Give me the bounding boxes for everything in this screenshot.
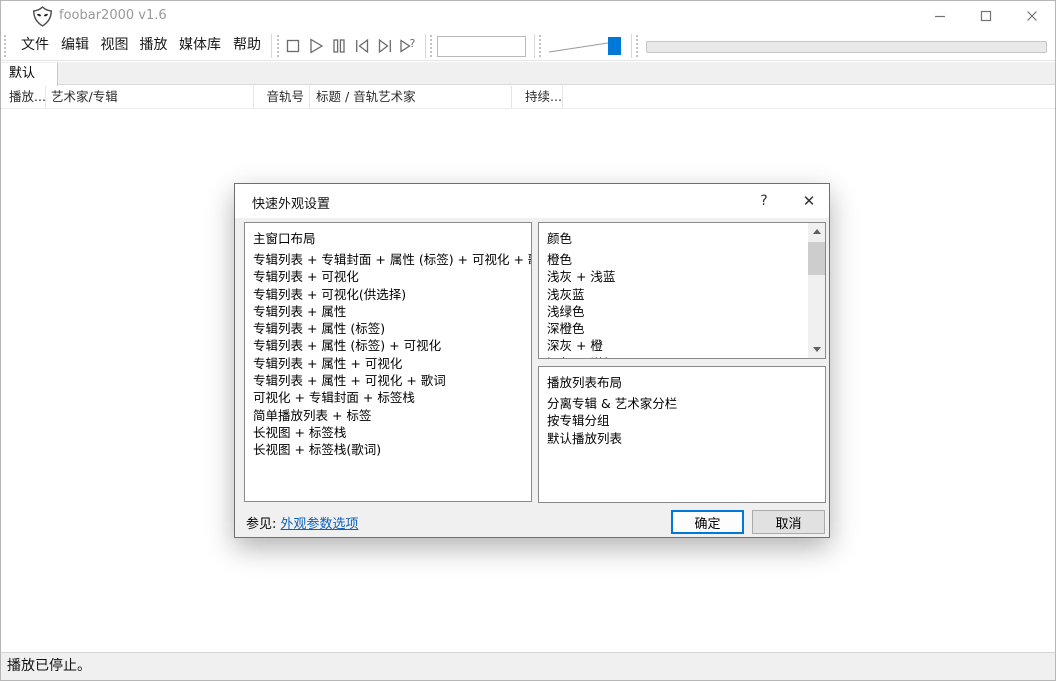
dialog-title-bar[interactable]: 快速外观设置 ? ✕ [235,184,829,218]
scroll-down-icon[interactable] [808,341,825,358]
playlist-layout-header: 播放列表布局 [547,374,825,391]
playlist-layout-listbox: 播放列表布局 分离专辑 & 艺术家分栏 按专辑分组 默认播放列表 [538,366,826,503]
list-item[interactable]: 浅灰蓝 [547,286,808,303]
scrollbar-thumb[interactable] [808,242,825,275]
menu-file[interactable]: 文件 [15,31,55,60]
svg-text:?: ? [410,37,416,50]
list-item[interactable]: 专辑列表 + 专辑封面 + 属性 (标签) + 可视化 + 歌词 [253,251,531,268]
main-layout-header: 主窗口布局 [253,230,531,247]
window-controls [917,1,1055,31]
toolbar-separator [425,34,426,58]
menu-help[interactable]: 帮助 [227,31,267,60]
dialog-help-button[interactable]: ? [748,184,780,218]
play-button[interactable] [305,35,327,57]
menu-library[interactable]: 媒体库 [173,31,227,60]
dialog-close-button[interactable]: ✕ [789,184,829,218]
cancel-button[interactable]: 取消 [752,510,825,534]
menu-view[interactable]: 视图 [95,31,134,60]
list-item[interactable]: 默认播放列表 [547,430,825,447]
list-item[interactable]: 专辑列表 + 可视化 [253,268,531,285]
colors-scrollbar[interactable] [808,223,825,358]
window-title: foobar2000 v1.6 [59,8,167,23]
previous-track-button[interactable] [351,35,373,57]
list-item[interactable]: 深灰 + 橙 [547,337,808,354]
pause-button[interactable] [328,35,350,57]
toolbar-gripper[interactable] [4,35,7,57]
close-button[interactable] [1009,1,1055,31]
search-input[interactable] [437,36,526,57]
toolbar-gripper[interactable] [277,35,280,57]
column-playing[interactable]: 播放... [1,86,46,108]
menu-edit[interactable]: 编辑 [55,31,95,60]
title-bar: foobar2000 v1.6 [1,1,1055,31]
foobar2000-logo-icon [32,6,53,27]
playlist-column-headers: 播放... 艺术家/专辑 音轨号 标题 / 音轨艺术家 持续... [1,86,1055,109]
column-filler [563,86,1055,108]
list-item[interactable]: 专辑列表 + 属性 (标签) [253,320,531,337]
list-item[interactable]: 分离专辑 & 艺术家分栏 [547,395,825,412]
toolbar: 文件 编辑 视图 播放 媒体库 帮助 ? [1,31,1055,61]
playlist-tab-strip: 默认 [1,62,1055,85]
random-play-button[interactable]: ? [397,35,419,57]
colors-listbox: 颜色 橙色 浅灰 + 浅蓝 浅灰蓝 浅绿色 深橙色 深灰 + 橙 深灰 + 洋红 [538,222,826,359]
volume-slider[interactable] [547,31,627,61]
list-item[interactable]: 可视化 + 专辑封面 + 标签栈 [253,389,531,406]
main-layout-listbox: 主窗口布局 专辑列表 + 专辑封面 + 属性 (标签) + 可视化 + 歌词 专… [244,222,532,502]
dialog-title: 快速外观设置 [252,193,330,212]
playlist-tab-default[interactable]: 默认 [1,62,58,86]
minimize-button[interactable] [917,1,963,31]
toolbar-separator [631,34,632,58]
seekbar[interactable] [646,41,1047,53]
list-item[interactable]: 浅绿色 [547,303,808,320]
toolbar-separator [534,34,535,58]
list-item[interactable]: 深灰 + 洋红 [547,355,808,359]
status-bar: 播放已停止。 [1,652,1055,680]
list-item[interactable]: 浅灰 + 浅蓝 [547,268,808,285]
status-text: 播放已停止。 [7,658,91,674]
list-item[interactable]: 长视图 + 标签栈(歌词) [253,441,531,458]
column-artist-album[interactable]: 艺术家/专辑 [46,86,254,108]
column-title-artist[interactable]: 标题 / 音轨艺术家 [310,86,512,108]
next-track-button[interactable] [374,35,396,57]
colors-header: 颜色 [547,230,808,247]
maximize-button[interactable] [963,1,1009,31]
list-item[interactable]: 长视图 + 标签栈 [253,424,531,441]
list-item[interactable]: 简单播放列表 + 标签 [253,407,531,424]
stop-button[interactable] [282,35,304,57]
appearance-preferences-link[interactable]: 外观参数选项 [281,517,359,532]
scroll-up-icon[interactable] [808,223,825,240]
see-also: 参见: 外观参数选项 [246,513,359,532]
toolbar-gripper[interactable] [430,35,433,57]
list-item[interactable]: 专辑列表 + 属性 (标签) + 可视化 [253,337,531,354]
list-item[interactable]: 专辑列表 + 属性 + 可视化 + 歌词 [253,372,531,389]
column-duration[interactable]: 持续... [512,86,563,108]
menu-playback[interactable]: 播放 [134,31,173,60]
toolbar-separator [271,34,272,58]
list-item[interactable]: 按专辑分组 [547,412,825,429]
list-item[interactable]: 专辑列表 + 属性 + 可视化 [253,355,531,372]
list-item[interactable]: 橙色 [547,251,808,268]
toolbar-gripper[interactable] [636,35,639,57]
toolbar-gripper[interactable] [539,35,542,57]
quick-appearance-dialog: 快速外观设置 ? ✕ 主窗口布局 专辑列表 + 专辑封面 + 属性 (标签) +… [234,183,830,538]
ok-button[interactable]: 确定 [671,510,744,534]
column-track-number[interactable]: 音轨号 [254,86,310,108]
see-also-label: 参见: [246,517,276,532]
list-item[interactable]: 专辑列表 + 可视化(供选择) [253,286,531,303]
list-item[interactable]: 专辑列表 + 属性 [253,303,531,320]
list-item[interactable]: 深橙色 [547,320,808,337]
app-window: foobar2000 v1.6 文件 编辑 视图 播放 媒体库 帮助 [0,0,1056,681]
